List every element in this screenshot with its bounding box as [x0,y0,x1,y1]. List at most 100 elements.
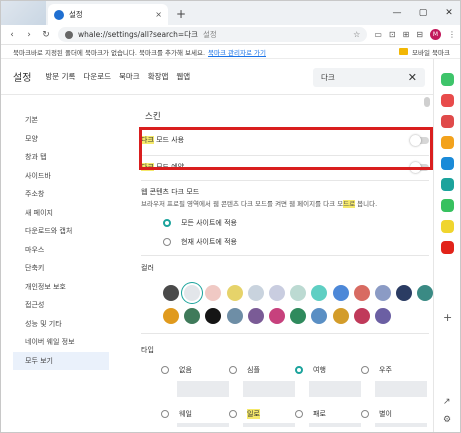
settings-gear-icon[interactable]: ⚙ [443,415,451,425]
radio-current-site[interactable] [163,238,171,246]
type-thumbnail[interactable] [309,381,361,397]
maximize-button[interactable]: ▢ [410,1,436,25]
radio-all-sites[interactable] [163,219,171,227]
sidebar-item[interactable]: 기본 [1,111,109,130]
clear-search-icon[interactable]: ✕ [408,71,417,84]
address-bar[interactable]: whale://settings/all?search=다크 설정 ☆ [58,27,368,42]
sidebar-item[interactable]: 사이드바 [1,167,109,186]
type-thumbnail[interactable] [177,423,229,427]
color-swatch[interactable] [290,285,307,301]
sidebar-app-icon[interactable] [441,73,454,86]
radio-type[interactable] [161,410,169,418]
type-thumbnail[interactable] [309,423,361,427]
new-tab-button[interactable]: + [176,7,186,21]
type-thumbnail[interactable] [177,381,229,397]
menu-icon[interactable]: ⋮ [448,30,456,39]
sidebar-app-icon[interactable] [441,178,454,191]
extension-icon[interactable]: ▭ [374,30,382,39]
eyedropper-swatch-icon[interactable] [163,285,179,301]
sync-icon[interactable]: ⊟ [416,30,423,39]
color-swatch[interactable] [396,285,413,301]
tab-settings[interactable]: 설정 × [48,4,168,25]
color-swatch[interactable] [205,285,222,301]
add-app-icon[interactable]: + [443,311,452,324]
back-icon[interactable]: ‹ [7,30,17,40]
sidebar-item[interactable]: 개인정보 보호 [1,278,109,297]
color-swatch[interactable] [290,308,307,324]
screenshot-icon[interactable]: ⊡ [389,30,396,39]
minimize-button[interactable]: — [384,1,410,25]
type-thumbnail[interactable] [375,381,427,397]
nav-webapps[interactable]: 웹앱 [176,71,190,82]
color-swatch[interactable] [332,285,349,301]
search-input[interactable]: 다크 [321,72,335,83]
sidebar-item[interactable]: 성능 및 기타 [1,315,109,334]
bookmark-star-icon[interactable]: ☆ [353,30,360,39]
bookmark-manager-link[interactable]: 북마크 관리자로 가기 [208,47,266,57]
color-swatch[interactable] [311,285,328,301]
avatar[interactable]: M [430,29,441,40]
open-external-icon[interactable]: ↗ [443,397,451,407]
nav-bookmarks[interactable]: 북마크 [119,71,140,82]
sidebar-item[interactable]: 모양 [1,130,109,149]
color-swatch[interactable] [332,308,349,324]
sidebar-app-icon[interactable] [441,157,454,170]
color-swatch[interactable] [184,285,201,301]
type-thumbnail[interactable] [243,381,295,397]
sidebar-item[interactable]: 다운로드와 캡처 [1,222,109,241]
color-swatch[interactable] [184,308,201,324]
type-space[interactable]: 우주 [361,365,433,375]
sidebar-item-all[interactable]: 모두 보기 [13,351,109,370]
sidebar-item[interactable]: 접근성 [1,296,109,315]
color-swatch[interactable] [247,308,264,324]
color-swatch[interactable] [353,308,370,324]
nav-extensions[interactable]: 확장앱 [148,71,169,82]
sidebar-item[interactable]: 창과 탭 [1,148,109,167]
sidebar-item[interactable]: 마우스 [1,241,109,260]
color-swatch[interactable] [226,285,243,301]
sidebar-app-icon[interactable] [441,241,454,254]
radio-type[interactable] [295,410,303,418]
sidebar-app-icon[interactable] [441,136,454,149]
type-thumbnail[interactable] [375,423,427,427]
nav-downloads[interactable]: 다운로드 [83,71,111,82]
color-swatch[interactable] [375,308,391,324]
sidebar-item[interactable]: 주소창 [1,185,109,204]
sidebar-app-icon[interactable] [441,115,454,128]
nav-history[interactable]: 방문 기록 [45,71,75,82]
radio-type[interactable] [361,410,369,418]
close-window-button[interactable]: ✕ [436,1,460,25]
type-byeoli[interactable]: 별이 [361,409,433,419]
settings-search[interactable]: 다크 ✕ [313,68,425,87]
sidebar-app-icon[interactable] [441,220,454,233]
color-swatch[interactable] [269,308,285,324]
scrollbar-thumb[interactable] [424,97,430,107]
option-current-site[interactable]: 현재 사이트에 적용 [163,237,433,247]
sidebar-item[interactable]: 네이버 웨일 정보 [1,333,109,352]
color-swatch[interactable] [311,308,328,324]
type-thumbnail[interactable] [243,423,295,427]
color-swatch[interactable] [247,285,264,301]
color-swatch[interactable] [163,308,179,324]
radio-type[interactable] [229,366,237,374]
radio-type[interactable] [361,366,369,374]
split-view-icon[interactable]: ⊞ [403,30,410,39]
radio-type[interactable] [161,366,169,374]
tab-close-icon[interactable]: × [155,10,162,19]
option-all-sites[interactable]: 모든 사이트에 적용 [163,218,433,228]
color-swatch[interactable] [226,308,243,324]
forward-icon[interactable]: › [24,30,34,40]
color-swatch[interactable] [353,285,370,301]
color-swatch[interactable] [375,285,391,301]
sidebar-item[interactable]: 새 페이지 [1,204,109,223]
sidebar-app-icon[interactable] [441,94,454,107]
color-swatch[interactable] [269,285,285,301]
radio-type[interactable] [229,410,237,418]
color-swatch[interactable] [205,308,222,324]
mobile-bookmarks-folder[interactable]: 모바일 북마크 [399,47,450,57]
radio-type-selected[interactable] [295,366,303,374]
reload-icon[interactable]: ↻ [41,30,51,40]
sidebar-app-icon[interactable] [441,199,454,212]
color-swatch[interactable] [417,285,433,301]
sidebar-item[interactable]: 단축키 [1,259,109,278]
